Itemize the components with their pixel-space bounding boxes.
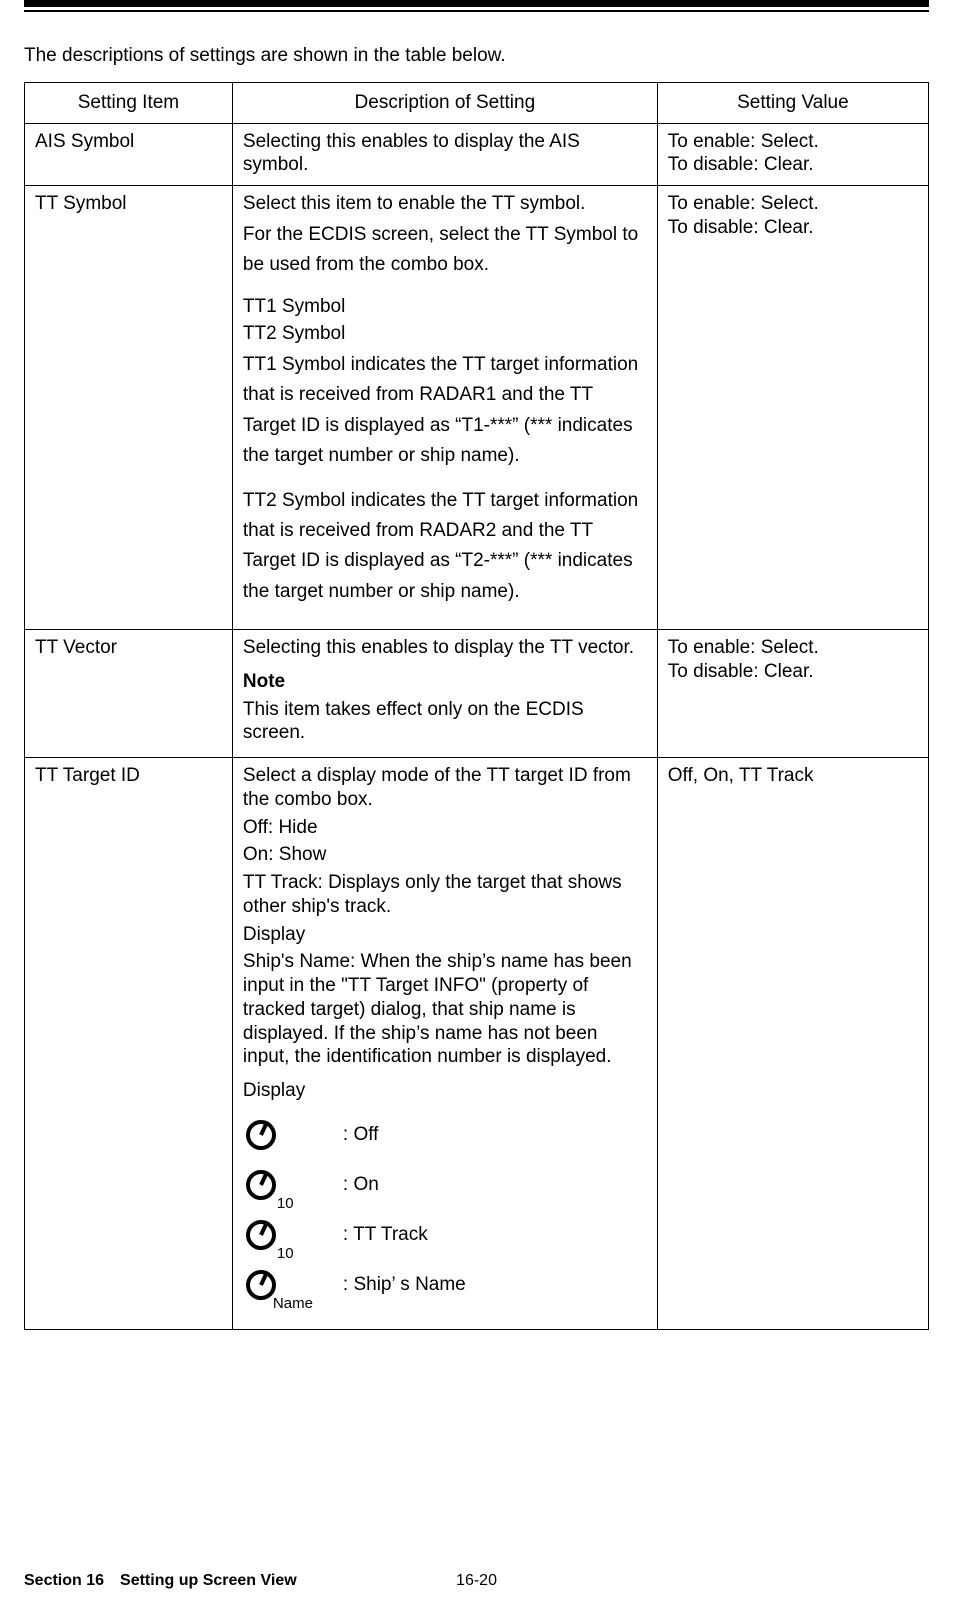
- value-line: To enable: Select.: [668, 192, 918, 216]
- symbol-subscript: Name: [273, 1295, 313, 1314]
- tt-symbol-icon: 10: [243, 1167, 317, 1203]
- footer-page-number: 16-20: [456, 1571, 497, 1591]
- tt-symbol-icon: 10: [243, 1217, 317, 1253]
- symbol-row-off: : Off: [243, 1117, 647, 1153]
- intro-text: The descriptions of settings are shown i…: [24, 44, 929, 68]
- top-thin-rule: [24, 10, 929, 12]
- cell-item: AIS Symbol: [25, 123, 233, 186]
- desc-line: Off: Hide: [243, 816, 647, 840]
- page-footer: Section 16 Setting up Screen View 16-20: [24, 1571, 929, 1591]
- desc-line: Display: [243, 1079, 647, 1103]
- cell-desc: Selecting this enables to display the AI…: [232, 123, 657, 186]
- header-setting-item: Setting Item: [25, 82, 233, 123]
- cell-value: To enable: Select. To disable: Clear.: [657, 123, 928, 186]
- desc-line: TT2 Symbol: [243, 322, 647, 346]
- cell-item: TT Target ID: [25, 758, 233, 1330]
- cell-value: To enable: Select. To disable: Clear.: [657, 186, 928, 630]
- symbol-row-on: 10 : On: [243, 1167, 647, 1203]
- note-body: This item takes effect only on the ECDIS…: [243, 698, 647, 746]
- desc-line: Display: [243, 923, 647, 947]
- tt-symbol-icon: [243, 1117, 317, 1153]
- desc-line: Ship's Name: When the ship’s name has be…: [243, 950, 647, 1069]
- desc-line: TT Track: Displays only the target that …: [243, 871, 647, 919]
- symbol-label: : TT Track: [343, 1223, 428, 1247]
- desc-line: For the ECDIS screen, select the TT Symb…: [243, 220, 647, 281]
- symbol-subscript: 10: [277, 1245, 294, 1264]
- value-line: To enable: Select.: [668, 130, 918, 154]
- symbol-label: : On: [343, 1173, 379, 1197]
- cell-value: To enable: Select. To disable: Clear.: [657, 630, 928, 758]
- footer-section: Section 16 Setting up Screen View: [24, 1571, 297, 1591]
- desc-line: Selecting this enables to display the TT…: [243, 636, 647, 660]
- cell-desc: Select a display mode of the TT target I…: [232, 758, 657, 1330]
- symbol-label: : Off: [343, 1123, 379, 1147]
- table-row-tt-target-id: TT Target ID Select a display mode of th…: [25, 758, 929, 1330]
- table-header-row: Setting Item Description of Setting Sett…: [25, 82, 929, 123]
- desc-line: TT1 Symbol indicates the TT target infor…: [243, 350, 647, 472]
- symbol-row-ship-name: Name : Ship’ s Name: [243, 1267, 647, 1303]
- desc-line: TT1 Symbol: [243, 295, 647, 319]
- table-row-ais-symbol: AIS Symbol Selecting this enables to dis…: [25, 123, 929, 186]
- symbol-subscript: 10: [277, 1195, 294, 1214]
- value-line: To enable: Select.: [668, 636, 918, 660]
- desc-line: TT2 Symbol indicates the TT target infor…: [243, 486, 647, 608]
- header-setting-value: Setting Value: [657, 82, 928, 123]
- table-row-tt-symbol: TT Symbol Select this item to enable the…: [25, 186, 929, 630]
- tt-symbol-icon: Name: [243, 1267, 317, 1303]
- header-description: Description of Setting: [232, 82, 657, 123]
- symbol-label: : Ship’ s Name: [343, 1273, 466, 1297]
- value-line: To disable: Clear.: [668, 153, 918, 177]
- settings-table: Setting Item Description of Setting Sett…: [24, 82, 929, 1330]
- value-line: To disable: Clear.: [668, 660, 918, 684]
- desc-line: Select this item to enable the TT symbol…: [243, 192, 647, 216]
- table-row-tt-vector: TT Vector Selecting this enables to disp…: [25, 630, 929, 758]
- cell-desc: Select this item to enable the TT symbol…: [232, 186, 657, 630]
- top-thick-rule: [24, 0, 929, 7]
- cell-item: TT Vector: [25, 630, 233, 758]
- note-heading: Note: [243, 670, 647, 694]
- desc-line: Select a display mode of the TT target I…: [243, 764, 647, 812]
- cell-value: Off, On, TT Track: [657, 758, 928, 1330]
- desc-line: On: Show: [243, 843, 647, 867]
- value-line: To disable: Clear.: [668, 216, 918, 240]
- cell-desc: Selecting this enables to display the TT…: [232, 630, 657, 758]
- document-page: The descriptions of settings are shown i…: [0, 0, 953, 1621]
- symbol-row-tt-track: 10 : TT Track: [243, 1217, 647, 1253]
- cell-item: TT Symbol: [25, 186, 233, 630]
